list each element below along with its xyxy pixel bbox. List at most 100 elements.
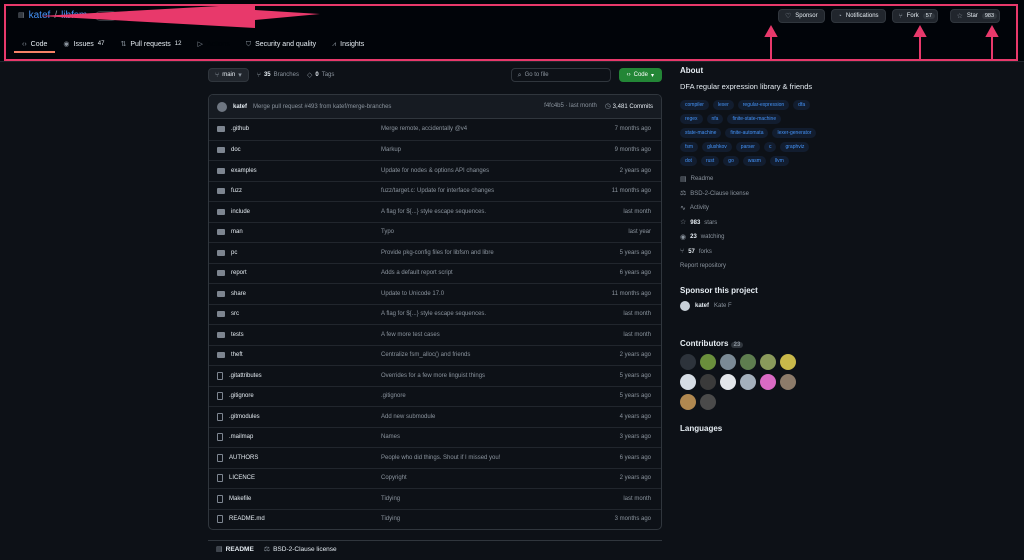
file-name[interactable]: .gitmodules <box>229 414 260 420</box>
file-commit-message[interactable]: Add new submodule <box>381 414 591 420</box>
file-commit-message[interactable]: Typo <box>381 229 591 235</box>
avatar[interactable] <box>780 373 796 390</box>
file-commit-message[interactable]: Overrides for a few more linguist things <box>381 373 591 379</box>
file-commit-message[interactable]: fuzz/target.c: Update for interface chan… <box>381 188 591 194</box>
avatar[interactable] <box>780 353 796 370</box>
file-commit-message[interactable]: People who did things. Shout if I missed… <box>381 455 591 461</box>
commit-count[interactable]: ◷ 3,481 Commits <box>605 103 653 110</box>
tab-actions[interactable]: ▷ Actions <box>189 37 237 51</box>
file-name-cell[interactable]: man <box>209 229 381 236</box>
sidebar-link[interactable]: Report repository <box>680 259 820 274</box>
file-commit-message[interactable]: Update for nodes & options API changes <box>381 168 591 174</box>
file-name[interactable]: share <box>231 291 246 297</box>
avatar[interactable] <box>680 393 696 410</box>
fork-button[interactable]: ⑂ Fork 57 <box>891 9 938 23</box>
topic-tag[interactable]: rust <box>700 156 720 166</box>
sidebar-link[interactable]: ⑂ 57 forks <box>680 245 820 260</box>
topic-tag[interactable]: regular-expression <box>737 100 790 110</box>
go-to-file-input[interactable]: ⌕ Go to file <box>510 68 611 82</box>
file-commit-message[interactable]: .gitignore <box>381 393 591 399</box>
file-name-cell[interactable]: .gitignore <box>209 392 381 401</box>
file-commit-message[interactable]: Merge remote, accidentally @v4 <box>381 126 591 132</box>
file-name-cell[interactable]: .mailmap <box>209 433 381 442</box>
file-name-cell[interactable]: src <box>209 311 381 318</box>
file-commit-message[interactable]: Names <box>381 434 591 440</box>
file-name-cell[interactable]: LICENCE <box>209 474 381 483</box>
file-commit-message[interactable]: Markup <box>381 147 591 153</box>
file-name-cell[interactable]: README.md <box>209 515 381 524</box>
avatar[interactable] <box>740 373 756 390</box>
file-name[interactable]: README.md <box>229 516 265 522</box>
avatar[interactable] <box>720 353 736 370</box>
topic-tag[interactable]: llvm <box>769 156 789 166</box>
avatar[interactable] <box>700 393 716 410</box>
topic-tag[interactable]: wasm <box>742 156 766 166</box>
file-name-cell[interactable]: AUTHORS <box>209 453 381 462</box>
file-commit-message[interactable]: Centralize fsm_alloc() and friends <box>381 352 591 358</box>
file-commit-message[interactable]: Adds a default report script <box>381 270 591 276</box>
file-name-cell[interactable]: .gitattributes <box>209 371 381 380</box>
branch-selector[interactable]: ⑂ main ▾ <box>208 68 249 82</box>
topic-tag[interactable]: go <box>723 156 739 166</box>
file-commit-message[interactable]: A flag for ${...} style escape sequences… <box>381 209 591 215</box>
star-button[interactable]: ☆ Star 983 <box>949 9 1000 23</box>
commit-message[interactable]: Merge pull request #493 from katef/merge… <box>253 104 391 110</box>
topic-tag[interactable]: state-machine <box>680 128 722 138</box>
repo-name-link[interactable]: libfsm <box>61 10 87 21</box>
file-name-cell[interactable]: examples <box>209 167 381 174</box>
branches-link[interactable]: ⑂ 35 Branches <box>257 72 299 79</box>
file-name[interactable]: .mailmap <box>229 434 253 440</box>
avatar[interactable] <box>760 353 776 370</box>
file-commit-message[interactable]: A flag for ${...} style escape sequences… <box>381 311 591 317</box>
file-name[interactable]: LICENCE <box>229 475 255 481</box>
tab-pull-requests[interactable]: ⇅ Pull requests 12 <box>112 37 189 51</box>
file-name[interactable]: tests <box>231 332 244 338</box>
tab-security[interactable]: ⛉ Security and quality <box>238 37 324 51</box>
avatar[interactable] <box>720 373 736 390</box>
contributors-heading[interactable]: Contributors 23 <box>680 339 820 348</box>
commit-hash[interactable]: f4fc4b5 · last month <box>544 103 597 110</box>
file-name-cell[interactable]: report <box>209 270 381 277</box>
sidebar-link[interactable]: ⚖ BSD-2-Clause license <box>680 187 820 202</box>
file-name-cell[interactable]: pc <box>209 249 381 256</box>
sponsor-entry[interactable]: katef Kate F <box>680 300 820 311</box>
file-name[interactable]: report <box>231 270 247 276</box>
sidebar-link[interactable]: ☆ 983 stars <box>680 216 820 231</box>
file-name[interactable]: man <box>231 229 243 235</box>
topic-tag[interactable]: regex <box>680 114 703 124</box>
commit-author[interactable]: katef <box>233 104 247 110</box>
tab-insights[interactable]: ⩘ Insights <box>324 37 372 51</box>
file-name[interactable]: .gitignore <box>229 393 254 399</box>
topic-tag[interactable]: lexer <box>712 100 734 110</box>
topic-tag[interactable]: nfa <box>706 114 724 124</box>
file-name[interactable]: Makefile <box>229 496 251 502</box>
sidebar-link[interactable]: ◉ 23 watching <box>680 230 820 245</box>
file-commit-message[interactable]: Provide pkg-config files for libfsm and … <box>381 250 591 256</box>
file-commit-message[interactable]: Copyright <box>381 475 591 481</box>
topic-tag[interactable]: parser <box>735 142 760 152</box>
topic-tag[interactable]: lexer-generator <box>772 128 817 138</box>
tags-link[interactable]: ◇ 0 Tags <box>307 72 334 79</box>
repo-owner-link[interactable]: katef <box>29 10 51 21</box>
tab-issues[interactable]: ◉ Issues 47 <box>55 37 112 51</box>
file-name[interactable]: theft <box>231 352 243 358</box>
file-name-cell[interactable]: tests <box>209 331 381 338</box>
notifications-button[interactable]: ◔ Notifications <box>830 9 886 23</box>
topic-tag[interactable]: finite-state-machine <box>727 114 782 124</box>
code-button[interactable]: ‹› Code ▾ <box>618 68 662 82</box>
topic-tag[interactable]: dot <box>680 156 697 166</box>
avatar[interactable] <box>740 353 756 370</box>
file-name[interactable]: AUTHORS <box>229 455 258 461</box>
file-name[interactable]: .gitattributes <box>229 373 262 379</box>
file-name-cell[interactable]: share <box>209 290 381 297</box>
file-name-cell[interactable]: fuzz <box>209 188 381 195</box>
file-name-cell[interactable]: Makefile <box>209 494 381 503</box>
file-commit-message[interactable]: Tidying <box>381 496 591 502</box>
tab-code[interactable]: ‹› Code <box>14 37 56 53</box>
topic-tag[interactable]: compiler <box>680 100 709 110</box>
file-name-cell[interactable]: theft <box>209 352 381 359</box>
topic-tag[interactable]: dfa <box>793 100 811 110</box>
file-commit-message[interactable]: Update to Unicode 17.0 <box>381 291 591 297</box>
file-commit-message[interactable]: A few more test cases <box>381 332 591 338</box>
sidebar-link[interactable]: ▤ Readme <box>680 172 820 187</box>
